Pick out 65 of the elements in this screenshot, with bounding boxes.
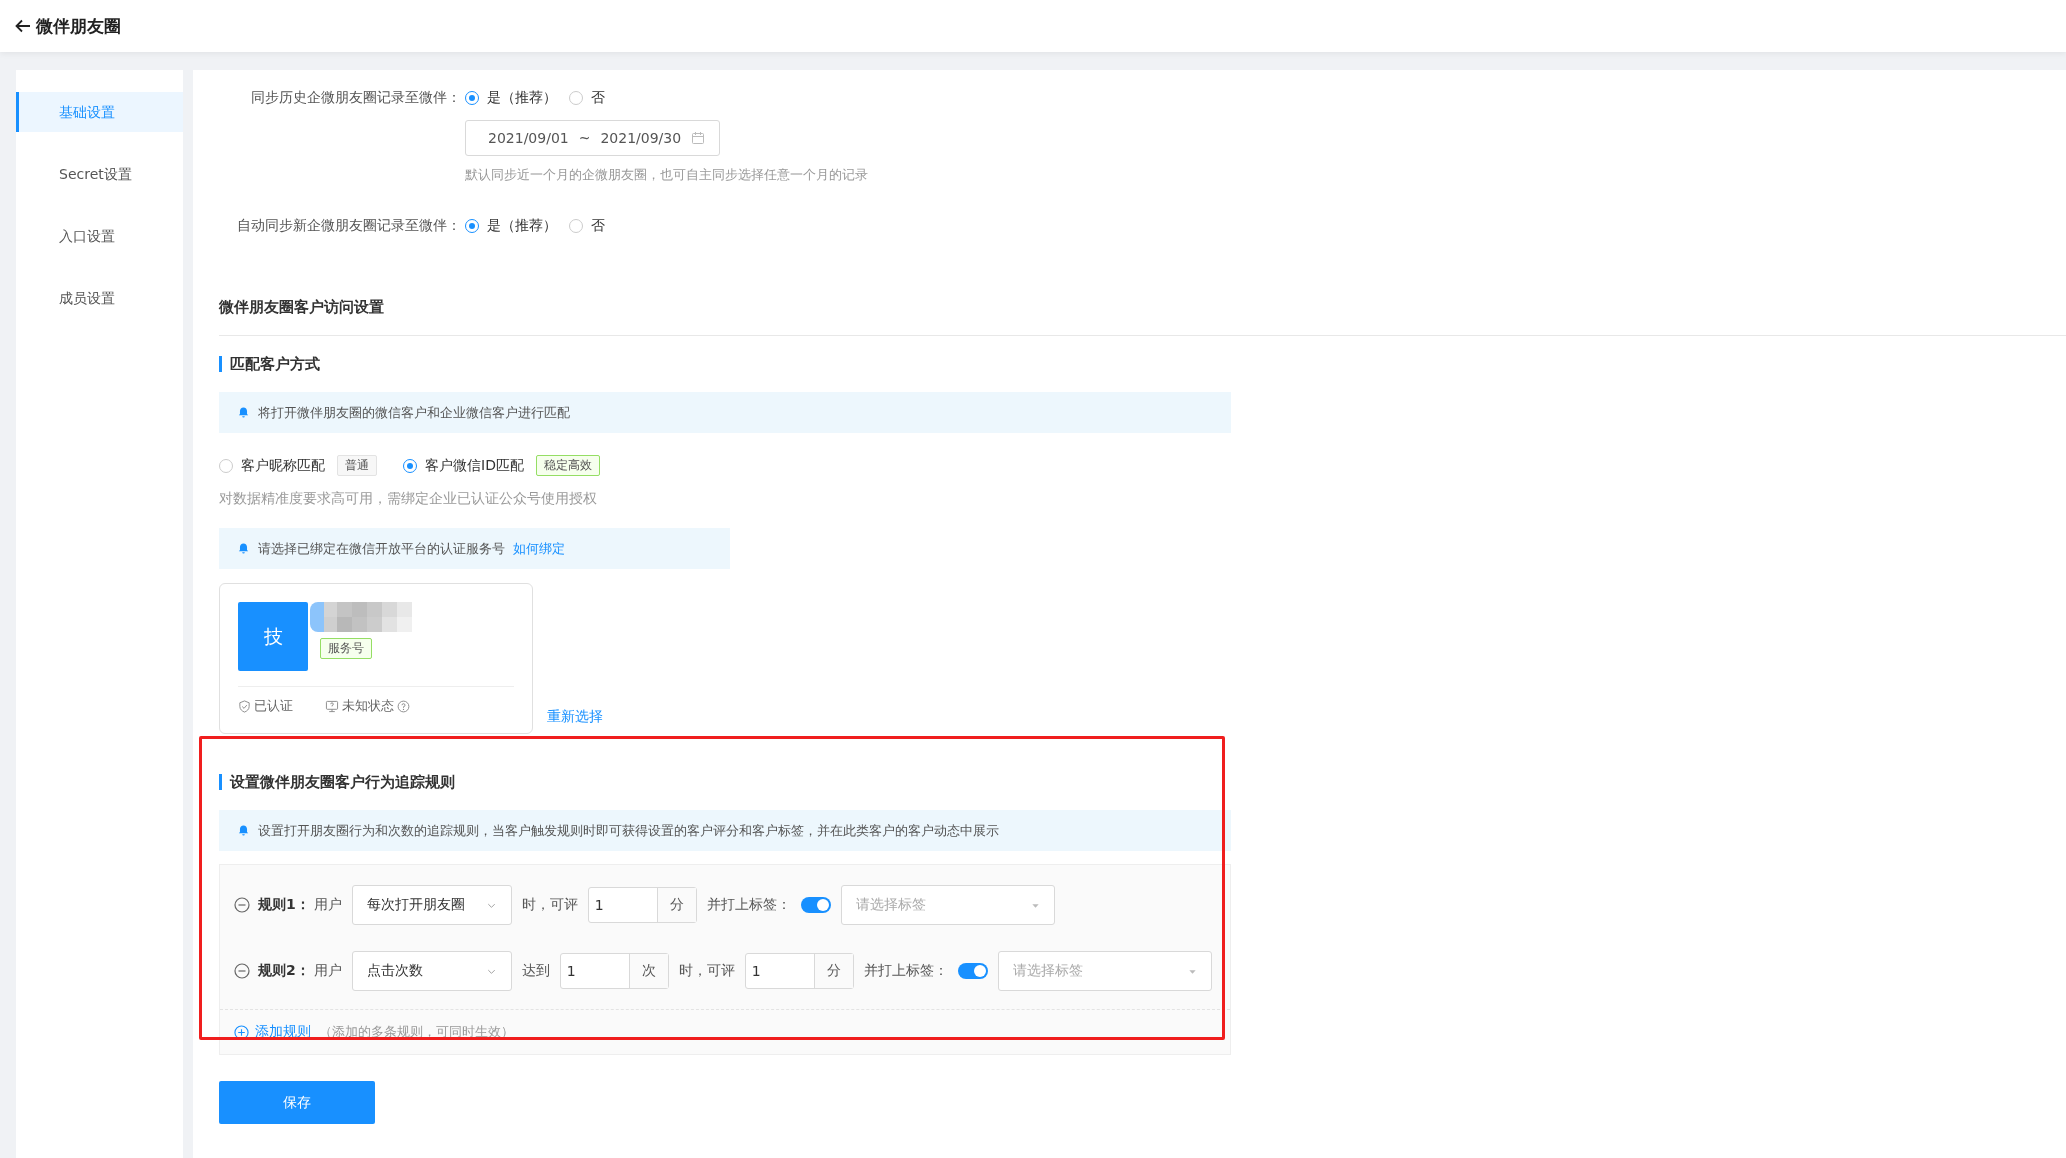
notice-text: 请选择已绑定在微信开放平台的认证服务号	[258, 539, 505, 558]
rule-text: 并打上标签：	[863, 962, 948, 980]
bell-icon	[237, 406, 250, 419]
end-date: 2021/09/30	[600, 130, 682, 146]
unit-label: 分	[656, 888, 696, 922]
date-range-field[interactable]: 2021/09/01 ~ 2021/09/30	[465, 120, 721, 156]
calendar-icon	[691, 131, 706, 145]
rule-label: 规则2：	[258, 962, 310, 980]
section-title: 微伴朋友圈客户访问设置	[218, 298, 385, 317]
subsection-title: 设置微伴朋友圈客户行为追踪规则	[219, 774, 2066, 790]
rule-text: 时，可评	[678, 962, 735, 980]
dropdown[interactable]: 每次打开朋友圈	[351, 885, 512, 925]
remove-icon	[234, 897, 250, 913]
tag: 普通	[337, 455, 377, 476]
field-label: 自动同步新企微朋友圈记录至微伴：	[236, 217, 462, 235]
subsection-title: 匹配客户方式	[219, 356, 2066, 372]
sidebar-item[interactable]: 入口设置	[16, 216, 183, 256]
hint-text: 对数据精准度要求高可用，需绑定企业已认证公众号使用授权	[219, 490, 598, 508]
toggle-switch[interactable]	[957, 963, 988, 979]
number-field[interactable]: 1 分	[744, 953, 854, 989]
tag: 稳定高效	[535, 455, 600, 476]
shield-check-icon	[238, 699, 251, 713]
rule-text: 用户	[313, 896, 342, 914]
number-field[interactable]: 1 次	[559, 953, 669, 989]
radio-button[interactable]	[465, 91, 479, 105]
sidebar-item[interactable]: 成员设置	[16, 278, 183, 318]
unit-label: 次	[628, 954, 668, 988]
toggle-switch[interactable]	[800, 897, 831, 913]
rule-text: 达到	[521, 962, 550, 980]
start-date: 2021/09/01	[488, 130, 569, 146]
bell-icon	[237, 542, 250, 555]
number-field[interactable]: 1 分	[587, 887, 697, 923]
bell-icon	[237, 824, 250, 837]
back-arrow-icon[interactable]	[14, 17, 32, 35]
unit-label: 分	[813, 954, 853, 988]
field-label: 同步历史企微朋友圈记录至微伴：	[250, 89, 462, 107]
radio-button[interactable]	[569, 91, 583, 105]
radio-label[interactable]: 否	[591, 217, 605, 235]
radio-label[interactable]: 客户微信ID匹配	[425, 456, 524, 475]
page-title: 微伴朋友圈	[36, 14, 121, 38]
radio-button[interactable]	[569, 219, 583, 233]
avatar: 技	[238, 602, 308, 671]
remove-icon	[234, 963, 250, 979]
status-label: 已认证	[254, 697, 293, 715]
notice-text: 设置打开朋友圈行为和次数的追踪规则，当客户触发规则时即可获得设置的客户评分和客户标签，并在此类客户的客户动态中展示	[258, 821, 999, 840]
plus-icon	[234, 1024, 249, 1040]
rule-label: 规则1：	[258, 896, 310, 914]
radio-label[interactable]: 是（推荐）	[487, 217, 557, 235]
notice-text: 将打开微伴朋友圈的微信客户和企业微信客户进行匹配	[258, 403, 570, 422]
radio-label[interactable]: 客户昵称匹配	[241, 456, 325, 475]
range-separator: ~	[578, 130, 591, 146]
radio-button[interactable]	[403, 458, 417, 473]
dropdown[interactable]: 点击次数	[351, 951, 512, 991]
rule-text: 时，可评	[521, 896, 578, 914]
status-label: 未知状态	[342, 697, 394, 715]
rule-text: 并打上标签：	[706, 896, 791, 914]
radio-button[interactable]	[465, 219, 479, 233]
help-icon	[397, 699, 410, 713]
radio-label[interactable]: 是（推荐）	[487, 89, 557, 107]
radio-button[interactable]	[219, 458, 233, 473]
account-type-tag: 服务号	[320, 638, 372, 659]
radio-label[interactable]: 否	[591, 89, 605, 107]
rule-text: 用户	[313, 962, 342, 980]
monitor-question-icon	[325, 699, 339, 713]
sidebar-item[interactable]: Secret设置	[16, 154, 183, 194]
